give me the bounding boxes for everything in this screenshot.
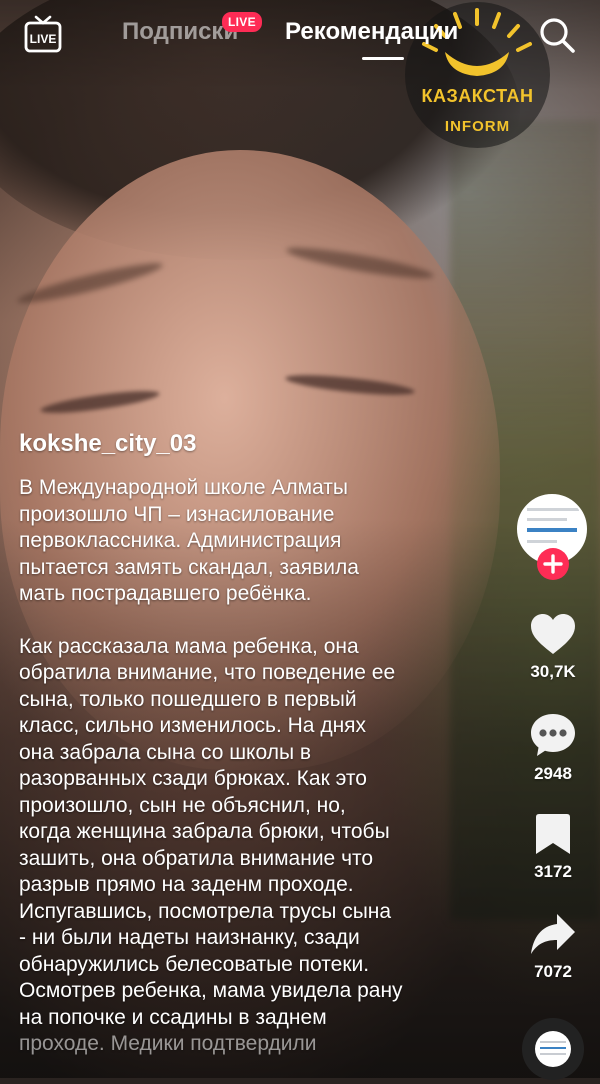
sound-cover xyxy=(535,1031,571,1067)
save-button[interactable]: 3172 xyxy=(525,812,581,882)
search-button[interactable] xyxy=(538,16,576,54)
avatar-line xyxy=(527,528,577,532)
author-username[interactable]: kokshe_city_03 xyxy=(19,430,196,458)
music-disc-icon[interactable] xyxy=(522,1018,584,1080)
heart-icon xyxy=(531,614,575,654)
avatar-line xyxy=(527,518,567,521)
tab-recommendations[interactable]: Рекомендации xyxy=(285,18,458,46)
live-badge: LIVE xyxy=(222,12,262,32)
sound-cover-line xyxy=(540,1041,566,1043)
avatar-line xyxy=(527,540,557,543)
watermark-line2: INFORM xyxy=(444,118,511,135)
caption-paragraph-1: В Международной школе Алматы произошло Ч… xyxy=(19,476,359,605)
avatar-line xyxy=(527,508,579,511)
tab-subscriptions[interactable]: Подписки xyxy=(122,18,238,46)
post-caption[interactable]: В Международной школе Алматы произошло Ч… xyxy=(19,475,459,1084)
comment-button[interactable]: 2948 xyxy=(525,712,581,784)
bookmark-icon xyxy=(536,814,570,854)
live-tv-icon: LIVE xyxy=(24,15,62,53)
comment-bubble-icon xyxy=(531,714,575,756)
save-count: 3172 xyxy=(534,862,572,881)
caption-paragraph-2-fade: проходе. Медики подтвердили xyxy=(19,1032,317,1055)
search-icon xyxy=(540,18,575,53)
sound-cover-line xyxy=(540,1047,566,1049)
live-button[interactable]: LIVE xyxy=(24,14,62,54)
live-label: LIVE xyxy=(30,32,57,46)
like-button[interactable]: 30,7K xyxy=(525,612,581,682)
share-button[interactable]: 7072 xyxy=(525,912,581,982)
share-arrow-icon xyxy=(531,914,575,954)
follow-button[interactable] xyxy=(537,548,569,580)
caption-paragraph-2: Как рассказала мама ребенка, она обратил… xyxy=(19,634,403,1029)
share-count: 7072 xyxy=(534,962,572,981)
sound-cover-line xyxy=(540,1053,566,1055)
watermark-line1: КАЗАКСТАН xyxy=(421,86,534,106)
plus-icon xyxy=(543,554,563,574)
active-tab-indicator xyxy=(362,57,404,60)
comment-count: 2948 xyxy=(534,764,572,783)
like-count: 30,7K xyxy=(530,662,576,681)
